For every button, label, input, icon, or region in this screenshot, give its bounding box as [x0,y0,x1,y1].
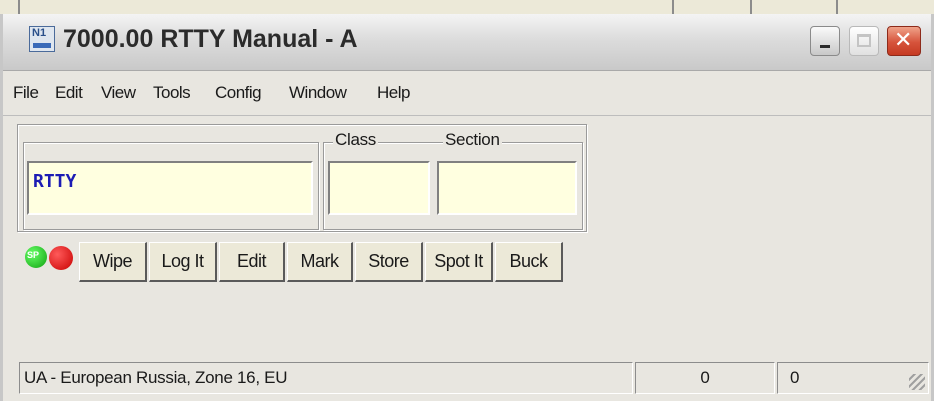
class-label: Class [333,130,379,150]
edit-button[interactable]: Edit [219,242,285,282]
menu-file[interactable]: File [13,83,39,103]
menu-tools[interactable]: Tools [153,83,191,103]
menu-config[interactable]: Config [215,83,262,103]
menu-bar: File Edit View Tools Config Window Help [3,71,931,116]
wipe-button[interactable]: Wipe [79,242,147,282]
background-divider [836,0,838,14]
close-icon: ✕ [894,28,913,53]
status-count-2: 0 [777,362,929,394]
resize-grip-icon[interactable] [909,374,925,390]
sp-indicator-icon[interactable]: SP [25,246,47,268]
background-divider [672,0,674,14]
maximize-button[interactable] [849,26,879,56]
menu-edit[interactable]: Edit [55,83,83,103]
background-divider [18,0,20,14]
status-bar: UA - European Russia, Zone 16, EU 0 0 [3,362,931,394]
maximize-icon [857,34,871,47]
log-it-button[interactable]: Log It [149,242,217,282]
title-bar[interactable]: N1 7000.00 RTTY Manual - A ✕ [3,14,931,71]
store-button[interactable]: Store [355,242,423,282]
entry-window: N1 7000.00 RTTY Manual - A ✕ File Edit V… [0,14,934,401]
minimize-icon [820,45,830,48]
section-input[interactable] [437,161,577,215]
n1mm-logo-icon: N1 [29,26,55,52]
menu-help[interactable]: Help [377,83,410,103]
class-input[interactable] [328,161,430,215]
spot-it-button[interactable]: Spot It [425,242,493,282]
mark-button[interactable]: Mark [287,242,353,282]
minimize-button[interactable] [810,26,840,56]
menu-window[interactable]: Window [289,83,347,103]
background-divider [750,0,752,14]
section-label: Section [443,130,502,150]
buck-button[interactable]: Buck [495,242,563,282]
close-button[interactable]: ✕ [887,26,921,56]
status-country-info: UA - European Russia, Zone 16, EU [19,362,633,394]
window-title: 7000.00 RTTY Manual - A [63,25,358,53]
callsign-input[interactable]: RTTY [27,161,313,215]
record-indicator-icon[interactable] [49,246,73,270]
window-bottom-border [3,396,931,401]
menu-view[interactable]: View [101,83,136,103]
status-count-1: 0 [635,362,775,394]
